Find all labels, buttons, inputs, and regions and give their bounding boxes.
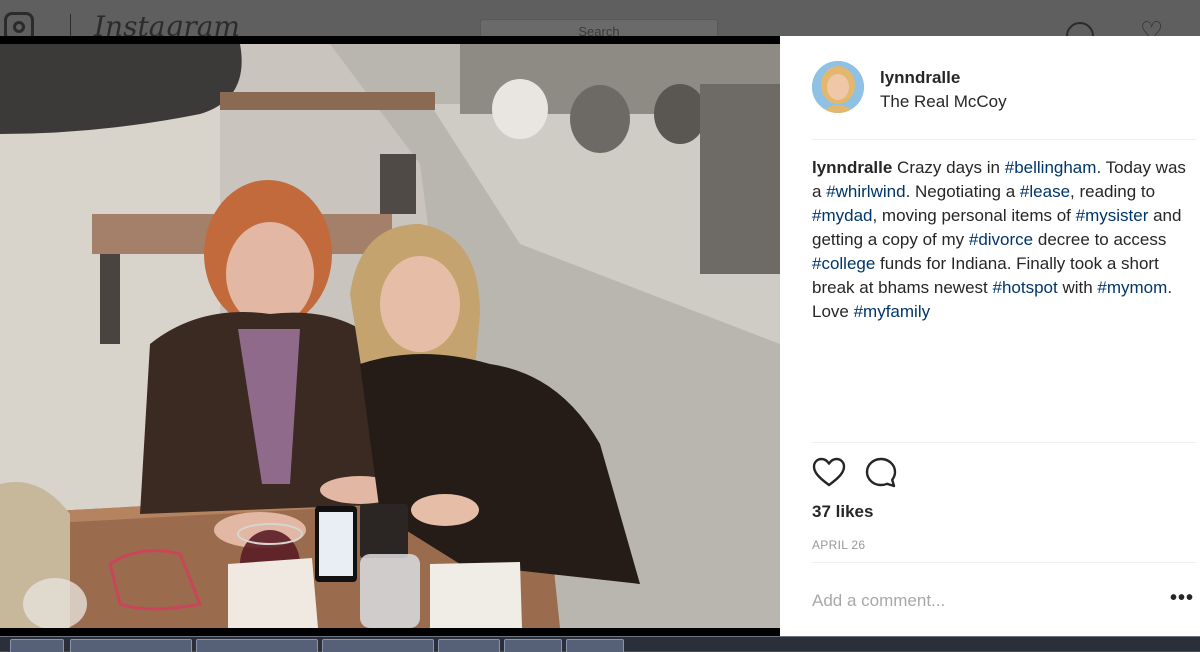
hashtag-link[interactable]: #college	[812, 254, 875, 273]
taskbar-item[interactable]	[10, 639, 64, 652]
divider	[812, 139, 1196, 140]
hashtag-link[interactable]: #mysister	[1076, 206, 1149, 225]
taskbar-item[interactable]	[504, 639, 562, 652]
post-caption: lynndralle Crazy days in #bellingham. To…	[812, 156, 1192, 324]
hashtag-link[interactable]: #myfamily	[854, 302, 931, 321]
os-taskbar	[0, 636, 1200, 652]
caption-text: , reading to	[1070, 182, 1156, 201]
hashtag-link[interactable]: #mymom	[1097, 278, 1167, 297]
divider	[812, 442, 1196, 443]
post-username[interactable]: lynndralle	[880, 68, 960, 88]
caption-text: . Negotiating a	[905, 182, 1020, 201]
caption-text: , moving personal items of	[872, 206, 1076, 225]
hashtag-link[interactable]: #hotspot	[992, 278, 1057, 297]
caption-username[interactable]: lynndralle	[812, 158, 892, 177]
comment-input[interactable]	[810, 586, 1154, 616]
post-modal: lynndralle The Real McCoy lynndralle Cra…	[0, 36, 1200, 636]
comment-bubble-icon[interactable]	[864, 456, 900, 492]
taskbar-item[interactable]	[322, 639, 434, 652]
post-photo[interactable]	[0, 44, 780, 628]
post-details-panel: lynndralle The Real McCoy lynndralle Cra…	[780, 36, 1200, 636]
hashtag-link[interactable]: #bellingham	[1005, 158, 1097, 177]
avatar[interactable]	[812, 61, 864, 113]
hashtag-link[interactable]: #mydad	[812, 206, 872, 225]
taskbar-item[interactable]	[438, 639, 500, 652]
post-header: lynndralle The Real McCoy	[780, 36, 1200, 140]
post-date[interactable]: APRIL 26	[812, 538, 865, 552]
post-location[interactable]: The Real McCoy	[880, 92, 1007, 112]
caption-text: Crazy days in	[892, 158, 1005, 177]
hashtag-link[interactable]: #divorce	[969, 230, 1033, 249]
caption-text: decree to access	[1033, 230, 1167, 249]
caption-text: with	[1057, 278, 1098, 297]
more-options-icon[interactable]: •••	[1170, 588, 1194, 608]
taskbar-item[interactable]	[566, 639, 624, 652]
like-heart-icon[interactable]	[812, 456, 848, 492]
hashtag-link[interactable]: #lease	[1020, 182, 1070, 201]
likes-count[interactable]: 37 likes	[812, 502, 873, 522]
taskbar-item[interactable]	[196, 639, 318, 652]
taskbar-item[interactable]	[70, 639, 192, 652]
divider	[812, 562, 1196, 563]
hashtag-link[interactable]: #whirlwind	[826, 182, 905, 201]
